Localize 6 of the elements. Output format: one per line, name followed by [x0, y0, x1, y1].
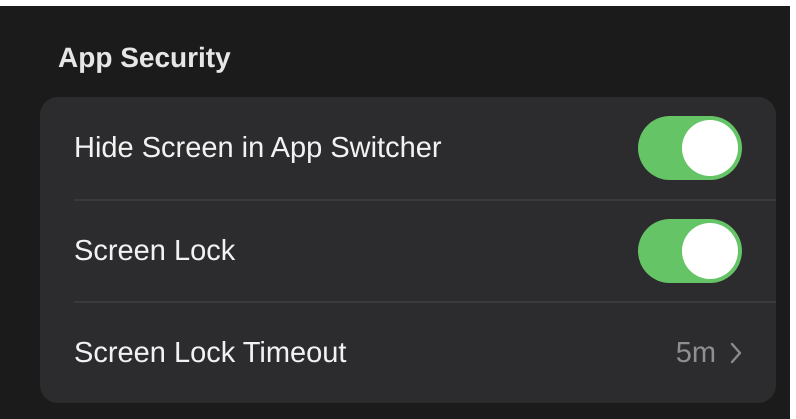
row-label: Screen Lock Timeout — [74, 336, 346, 370]
row-value: 5m — [676, 336, 716, 370]
row-label: Hide Screen in App Switcher — [74, 132, 442, 164]
section-title: App Security — [58, 42, 232, 75]
row-label: Screen Lock — [74, 234, 236, 268]
chevron-right-icon — [730, 342, 742, 364]
